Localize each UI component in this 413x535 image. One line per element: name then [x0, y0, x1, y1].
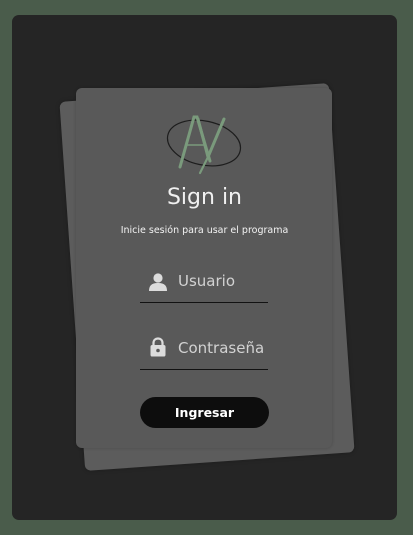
lock-icon	[150, 337, 166, 357]
page-title: Sign in	[166, 185, 243, 210]
logo-icon	[166, 115, 242, 175]
username-input[interactable]	[178, 268, 268, 294]
submit-button[interactable]: Ingresar	[140, 397, 269, 428]
username-field	[140, 268, 268, 303]
page-subtitle: Inicie sesión para usar el programa	[120, 225, 289, 236]
password-field	[140, 335, 268, 370]
user-icon	[149, 273, 167, 291]
password-input[interactable]	[178, 335, 268, 361]
login-window: Sign in Inicie sesión para usar el progr…	[12, 15, 397, 520]
